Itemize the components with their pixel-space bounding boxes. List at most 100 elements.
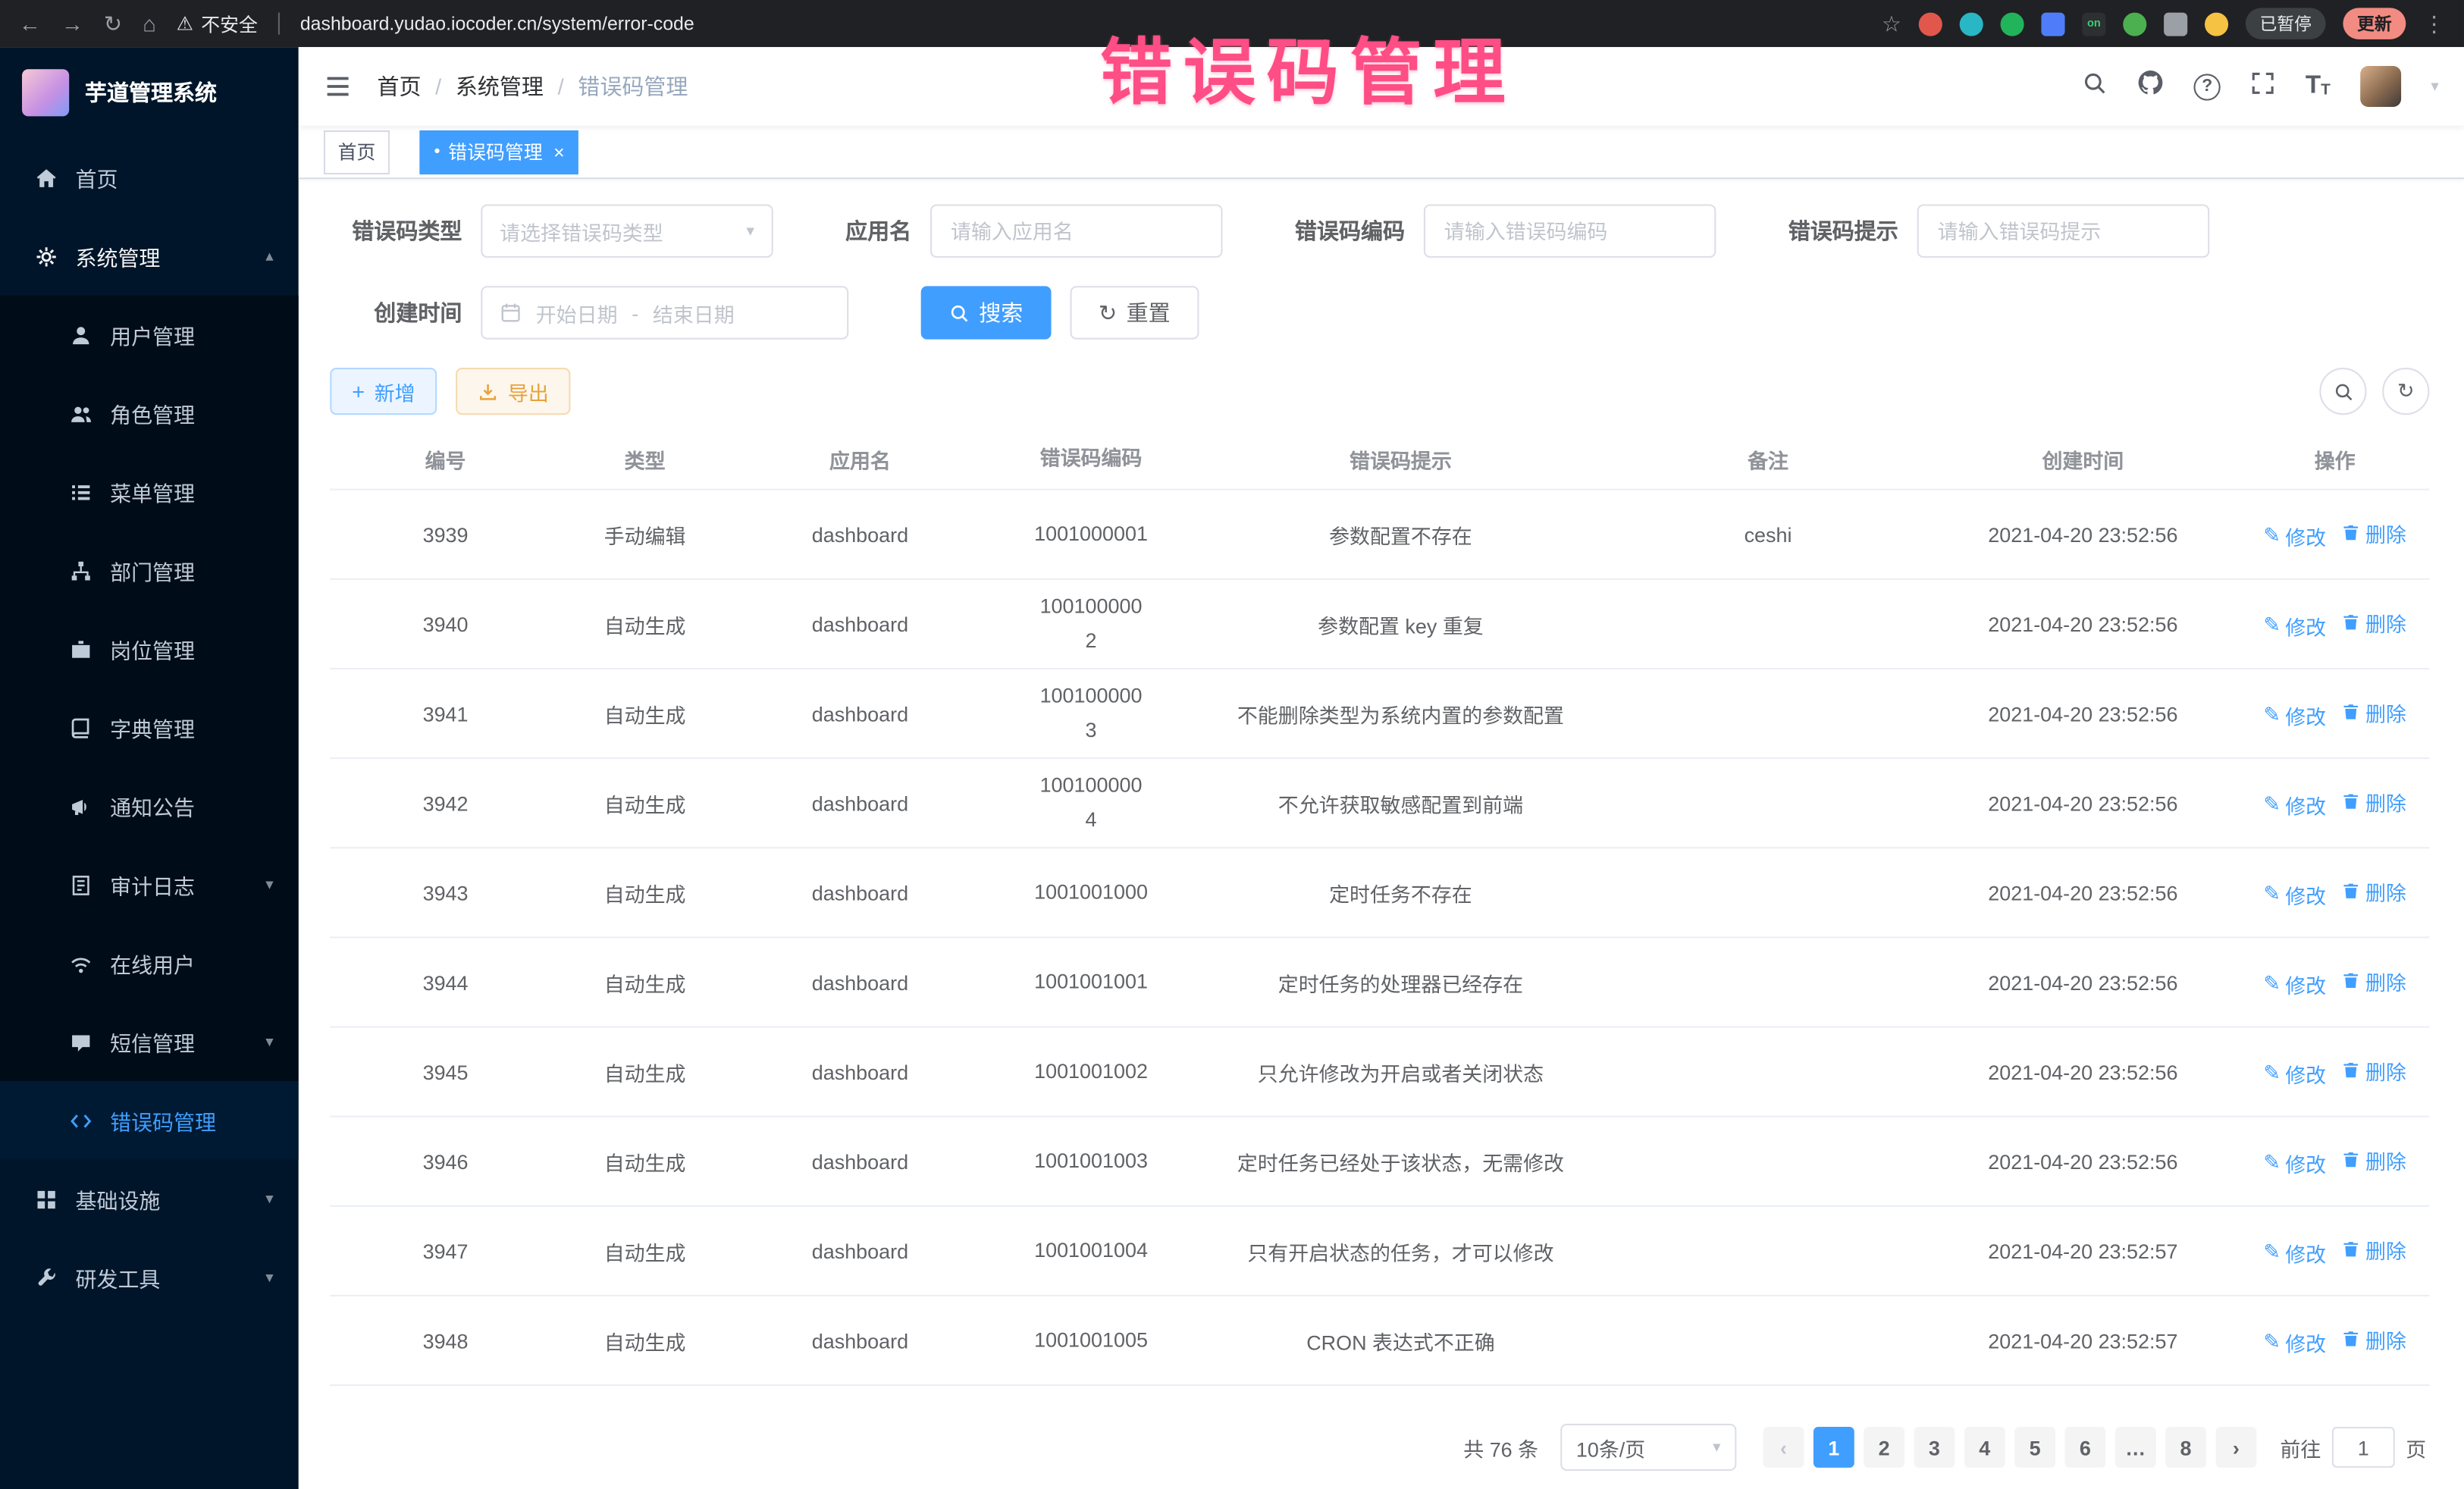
extension-icon[interactable]	[2123, 12, 2146, 36]
delete-link[interactable]: 删除	[2342, 1055, 2406, 1085]
search-button[interactable]: 搜索	[921, 286, 1052, 339]
extension-icon[interactable]	[2041, 12, 2064, 36]
filter-app-name: 应用名	[845, 204, 1222, 257]
browser-back-icon[interactable]: ←	[19, 13, 41, 35]
edit-link[interactable]: ✎修改	[2263, 879, 2326, 909]
extension-icon[interactable]	[1919, 12, 1942, 36]
hamburger-icon[interactable]	[324, 72, 352, 100]
page-size-select[interactable]: 10条/页 ▾	[1560, 1424, 1736, 1471]
cell-memo: ceshi	[1610, 522, 1925, 546]
page-button[interactable]: 1	[1814, 1427, 1854, 1468]
help-icon[interactable]: ?	[2194, 73, 2221, 99]
sidebar-item-menus[interactable]: 菜单管理	[0, 453, 299, 531]
link-label: 删除	[2365, 786, 2406, 816]
page-button[interactable]: 6	[2064, 1427, 2105, 1468]
fullscreen-icon[interactable]	[2250, 70, 2275, 103]
delete-link[interactable]: 删除	[2342, 876, 2406, 906]
font-size-small-glyph: T	[2321, 83, 2331, 99]
cell-time: 2021-04-20 23:52:56	[1926, 792, 2240, 815]
page-button[interactable]: 8	[2165, 1427, 2206, 1468]
delete-link[interactable]: 删除	[2342, 786, 2406, 816]
bookmark-star-icon[interactable]: ☆	[1882, 13, 1901, 35]
profile-avatar-icon[interactable]	[2205, 12, 2228, 36]
sidebar-item-infrastructure[interactable]: 基础设施 ▾	[0, 1160, 299, 1239]
search-icon[interactable]	[2082, 70, 2107, 103]
delete-link[interactable]: 删除	[2342, 966, 2406, 995]
reset-button[interactable]: ↻ 重置	[1071, 286, 1199, 339]
user-avatar[interactable]	[2360, 66, 2401, 107]
edit-link[interactable]: ✎修改	[2263, 1327, 2326, 1356]
filter-row: 创建时间 开始日期 - 结束日期 搜索 ↻ 重置	[330, 286, 2429, 339]
extension-on-icon[interactable]: on	[2082, 12, 2105, 36]
prev-page-button[interactable]: ‹	[1763, 1427, 1804, 1468]
delete-link[interactable]: 删除	[2342, 518, 2406, 547]
edit-link[interactable]: ✎修改	[2263, 1148, 2326, 1177]
edit-link[interactable]: ✎修改	[2263, 969, 2326, 998]
delete-link[interactable]: 删除	[2342, 697, 2406, 726]
goto-page-input[interactable]	[2332, 1427, 2395, 1468]
cell-time: 2021-04-20 23:52:56	[1926, 522, 2240, 546]
close-icon[interactable]: ×	[553, 141, 565, 163]
sidebar-item-online-users[interactable]: 在线用户	[0, 924, 299, 1003]
page-button[interactable]: 3	[1914, 1427, 1955, 1468]
sidebar-item-dev-tools[interactable]: 研发工具 ▾	[0, 1238, 299, 1317]
edit-link[interactable]: ✎修改	[2263, 1058, 2326, 1088]
error-code-input[interactable]	[1424, 204, 1716, 257]
sidebar-item-audit-log[interactable]: 审计日志 ▾	[0, 845, 299, 924]
add-button[interactable]: + 新增	[330, 368, 437, 415]
paused-badge[interactable]: 已暂停	[2246, 8, 2326, 39]
sidebar-item-system[interactable]: 系统管理 ▴	[0, 217, 299, 296]
extension-icon[interactable]	[2001, 12, 2024, 36]
cell-actions: ✎修改删除	[2240, 876, 2429, 910]
sidebar-item-sms[interactable]: 短信管理 ▾	[0, 1002, 299, 1081]
edit-link[interactable]: ✎修改	[2263, 790, 2326, 820]
sidebar-item-departments[interactable]: 部门管理	[0, 531, 299, 610]
sidebar-item-dictionary[interactable]: 字典管理	[0, 688, 299, 767]
sidebar-item-home[interactable]: 首页	[0, 138, 299, 217]
security-indicator[interactable]: ⚠ 不安全	[177, 10, 258, 36]
breadcrumb-section[interactable]: 系统管理	[456, 71, 544, 102]
date-range-picker[interactable]: 开始日期 - 结束日期	[481, 286, 848, 339]
page-button[interactable]: 4	[1964, 1427, 2005, 1468]
next-page-button[interactable]: ›	[2215, 1427, 2256, 1468]
tab-home[interactable]: 首页	[324, 130, 390, 174]
breadcrumb-home[interactable]: 首页	[377, 71, 421, 102]
address-bar[interactable]: dashboard.yudao.iocoder.cn/system/error-…	[300, 13, 1861, 35]
app-name-input[interactable]	[930, 204, 1223, 257]
sidebar-item-users[interactable]: 用户管理	[0, 296, 299, 375]
browser-forward-icon[interactable]: →	[61, 13, 83, 35]
browser-menu-dots-icon[interactable]: ⋮	[2423, 13, 2445, 35]
extensions-puzzle-icon[interactable]	[2164, 12, 2187, 36]
error-msg-input[interactable]	[1917, 204, 2210, 257]
export-button[interactable]: 导出	[456, 368, 571, 415]
sidebar-item-error-code[interactable]: 错误码管理	[0, 1081, 299, 1160]
font-size-icon[interactable]: TT	[2306, 74, 2331, 99]
error-type-select[interactable]: 请选择错误码类型 ▾	[481, 204, 773, 257]
edit-link[interactable]: ✎修改	[2263, 521, 2326, 550]
delete-link[interactable]: 删除	[2342, 607, 2406, 637]
delete-link[interactable]: 删除	[2342, 1145, 2406, 1174]
browser-reload-icon[interactable]: ↻	[104, 13, 122, 35]
cell-msg: 参数配置不存在	[1191, 519, 1611, 549]
avatar-caret-icon[interactable]: ▾	[2431, 78, 2438, 96]
page-button[interactable]: 5	[2014, 1427, 2055, 1468]
edit-link[interactable]: ✎修改	[2263, 610, 2326, 640]
refresh-button[interactable]: ↻	[2382, 368, 2429, 415]
update-button[interactable]: 更新	[2343, 8, 2406, 39]
delete-link[interactable]: 删除	[2342, 1234, 2406, 1264]
sidebar-item-positions[interactable]: 岗位管理	[0, 610, 299, 688]
extension-icon[interactable]	[1960, 12, 1983, 36]
toggle-search-button[interactable]	[2319, 368, 2366, 415]
edit-link[interactable]: ✎修改	[2263, 700, 2326, 729]
link-label: 修改	[2285, 700, 2326, 729]
sidebar-item-notices[interactable]: 通知公告	[0, 766, 299, 845]
github-icon[interactable]	[2137, 69, 2164, 104]
browser-home-icon[interactable]: ⌂	[143, 13, 156, 35]
tab-error-code[interactable]: ● 错误码管理 ×	[419, 130, 578, 174]
edit-link[interactable]: ✎修改	[2263, 1237, 2326, 1267]
delete-link[interactable]: 删除	[2342, 1324, 2406, 1353]
cell-actions: ✎修改删除	[2240, 518, 2429, 551]
sidebar-item-roles[interactable]: 角色管理	[0, 374, 299, 453]
page-ellipsis[interactable]: …	[2115, 1427, 2156, 1468]
page-button[interactable]: 2	[1864, 1427, 1904, 1468]
